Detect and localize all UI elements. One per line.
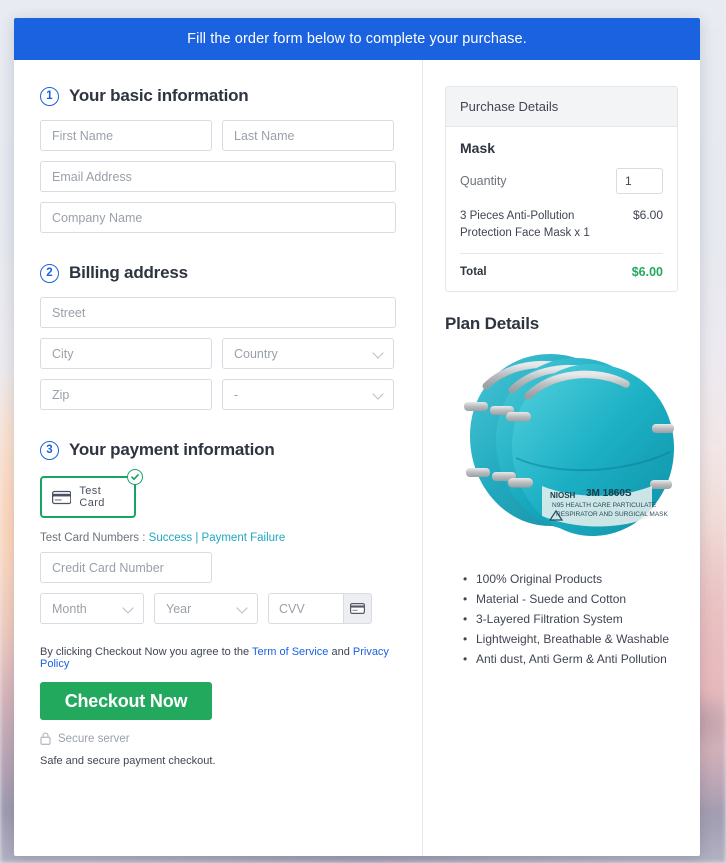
feature-list: 100% Original Products Material - Suede … bbox=[463, 570, 678, 669]
step-number-2: 2 bbox=[40, 263, 59, 283]
payment-failure-test-number-link[interactable]: Payment Failure bbox=[202, 532, 286, 544]
cvv-group: CVV bbox=[268, 593, 372, 624]
test-card-option-wrapper: Test Card bbox=[40, 469, 143, 518]
lock-icon bbox=[40, 732, 51, 745]
svg-text:N95 HEALTH CARE PARTICULATE: N95 HEALTH CARE PARTICULATE bbox=[552, 502, 657, 509]
line-item-row: 3 Pieces Anti-Pollution Protection Face … bbox=[460, 208, 663, 255]
credit-card-icon bbox=[52, 490, 72, 504]
list-item: Lightweight, Breathable & Washable bbox=[463, 630, 678, 650]
section-title-basic-information: Your basic information bbox=[69, 86, 249, 105]
cvv-help-button[interactable] bbox=[343, 593, 372, 624]
test-card-numbers-label: Test Card Numbers : bbox=[40, 532, 146, 544]
product-image-face-mask: NIOSH 3M 1860S N95 HEALTH CARE PARTICULA… bbox=[463, 354, 674, 537]
zip-input[interactable]: Zip bbox=[40, 379, 212, 410]
section-heading-payment-information: 3 Your payment information bbox=[40, 440, 396, 460]
last-name-input[interactable]: Last Name bbox=[222, 120, 394, 151]
chevron-down-icon bbox=[372, 387, 384, 400]
success-test-number-link[interactable]: Success bbox=[149, 532, 192, 544]
test-card-numbers-row: Test Card Numbers : Success | Payment Fa… bbox=[40, 532, 396, 544]
expiry-year-value: Year bbox=[166, 601, 192, 616]
country-select[interactable]: Country bbox=[222, 338, 394, 369]
street-input[interactable]: Street bbox=[40, 297, 396, 328]
terms-prefix: By clicking Checkout Now you agree to th… bbox=[40, 646, 250, 658]
company-name-input[interactable]: Company Name bbox=[40, 202, 396, 233]
section-heading-billing-address: 2 Billing address bbox=[40, 263, 396, 283]
test-card-option[interactable]: Test Card bbox=[40, 476, 136, 518]
line-item-description: 3 Pieces Anti-Pollution Protection Face … bbox=[460, 210, 590, 239]
country-select-value: Country bbox=[234, 346, 278, 361]
svg-text:NIOSH: NIOSH bbox=[550, 491, 576, 500]
state-select[interactable]: - bbox=[222, 379, 394, 410]
quantity-row: Quantity 1 bbox=[460, 168, 663, 194]
quantity-label: Quantity bbox=[460, 174, 507, 188]
credit-card-number-input[interactable]: Credit Card Number bbox=[40, 552, 212, 583]
expiry-cvv-row: Month Year CVV bbox=[40, 593, 396, 624]
section-title-billing-address: Billing address bbox=[69, 263, 188, 282]
svg-text:3M 1860S: 3M 1860S bbox=[586, 488, 632, 499]
credit-card-icon bbox=[350, 603, 365, 614]
chevron-down-icon bbox=[236, 601, 248, 614]
banner-text: Fill the order form below to complete yo… bbox=[187, 31, 527, 47]
state-select-value: - bbox=[234, 387, 239, 402]
name-row: First Name Last Name bbox=[40, 120, 396, 151]
term-of-service-link[interactable]: Term of Service bbox=[252, 646, 328, 658]
section-title-payment-information: Your payment information bbox=[69, 440, 275, 459]
email-row: Email Address bbox=[40, 161, 396, 192]
section-heading-basic-information: 1 Your basic information bbox=[40, 86, 396, 106]
list-item: Anti dust, Anti Germ & Anti Pollution bbox=[463, 650, 678, 670]
total-price: $6.00 bbox=[631, 265, 663, 280]
purchase-details-panel: Purchase Details Mask Quantity 1 3 Piece… bbox=[445, 86, 678, 293]
svg-text:RESPIRATOR AND SURGICAL MASK: RESPIRATOR AND SURGICAL MASK bbox=[556, 511, 669, 518]
terms-agreement-text: By clicking Checkout Now you agree to th… bbox=[40, 646, 396, 670]
step-number-3: 3 bbox=[40, 440, 59, 460]
chevron-down-icon bbox=[372, 346, 384, 359]
summary-column: Purchase Details Mask Quantity 1 3 Piece… bbox=[422, 60, 700, 856]
purchase-details-body: Mask Quantity 1 3 Pieces Anti-Pollution … bbox=[446, 127, 677, 291]
street-row: Street bbox=[40, 297, 396, 328]
safe-checkout-note: Safe and secure payment checkout. bbox=[40, 755, 216, 767]
card-body: 1 Your basic information First Name Last… bbox=[14, 60, 700, 856]
selected-check-icon bbox=[127, 469, 143, 485]
step-number-1: 1 bbox=[40, 86, 59, 106]
first-name-input[interactable]: First Name bbox=[40, 120, 212, 151]
line-item-price: $6.00 bbox=[632, 208, 663, 222]
total-row: Total $6.00 bbox=[460, 254, 663, 279]
chevron-down-icon bbox=[122, 601, 134, 614]
company-row: Company Name bbox=[40, 202, 396, 233]
plan-details-title: Plan Details bbox=[445, 314, 539, 334]
expiry-year-select[interactable]: Year bbox=[154, 593, 258, 624]
checkout-card: Fill the order form below to complete yo… bbox=[14, 18, 700, 856]
list-item: 100% Original Products bbox=[463, 570, 678, 590]
secure-server-row: Secure server bbox=[40, 732, 396, 745]
list-item: 3-Layered Filtration System bbox=[463, 610, 678, 630]
zip-state-row: Zip - bbox=[40, 379, 396, 410]
city-country-row: City Country bbox=[40, 338, 396, 369]
form-column: 1 Your basic information First Name Last… bbox=[14, 60, 422, 856]
test-numbers-separator: | bbox=[195, 532, 199, 544]
test-card-label: Test Card bbox=[79, 485, 105, 509]
city-input[interactable]: City bbox=[40, 338, 212, 369]
total-label: Total bbox=[460, 266, 487, 279]
terms-and: and bbox=[331, 646, 350, 658]
quantity-input[interactable]: 1 bbox=[616, 168, 663, 194]
expiry-month-select[interactable]: Month bbox=[40, 593, 144, 624]
card-number-row: Credit Card Number bbox=[40, 552, 396, 583]
cvv-input[interactable]: CVV bbox=[268, 593, 343, 624]
email-input[interactable]: Email Address bbox=[40, 161, 396, 192]
purchase-details-header: Purchase Details bbox=[446, 87, 677, 127]
list-item: Material - Suede and Cotton bbox=[463, 590, 678, 610]
expiry-month-value: Month bbox=[52, 601, 87, 616]
top-banner: Fill the order form below to complete yo… bbox=[14, 18, 700, 60]
product-name: Mask bbox=[460, 140, 496, 156]
checkout-now-button[interactable]: Checkout Now bbox=[40, 682, 212, 720]
secure-server-label: Secure server bbox=[58, 732, 130, 745]
